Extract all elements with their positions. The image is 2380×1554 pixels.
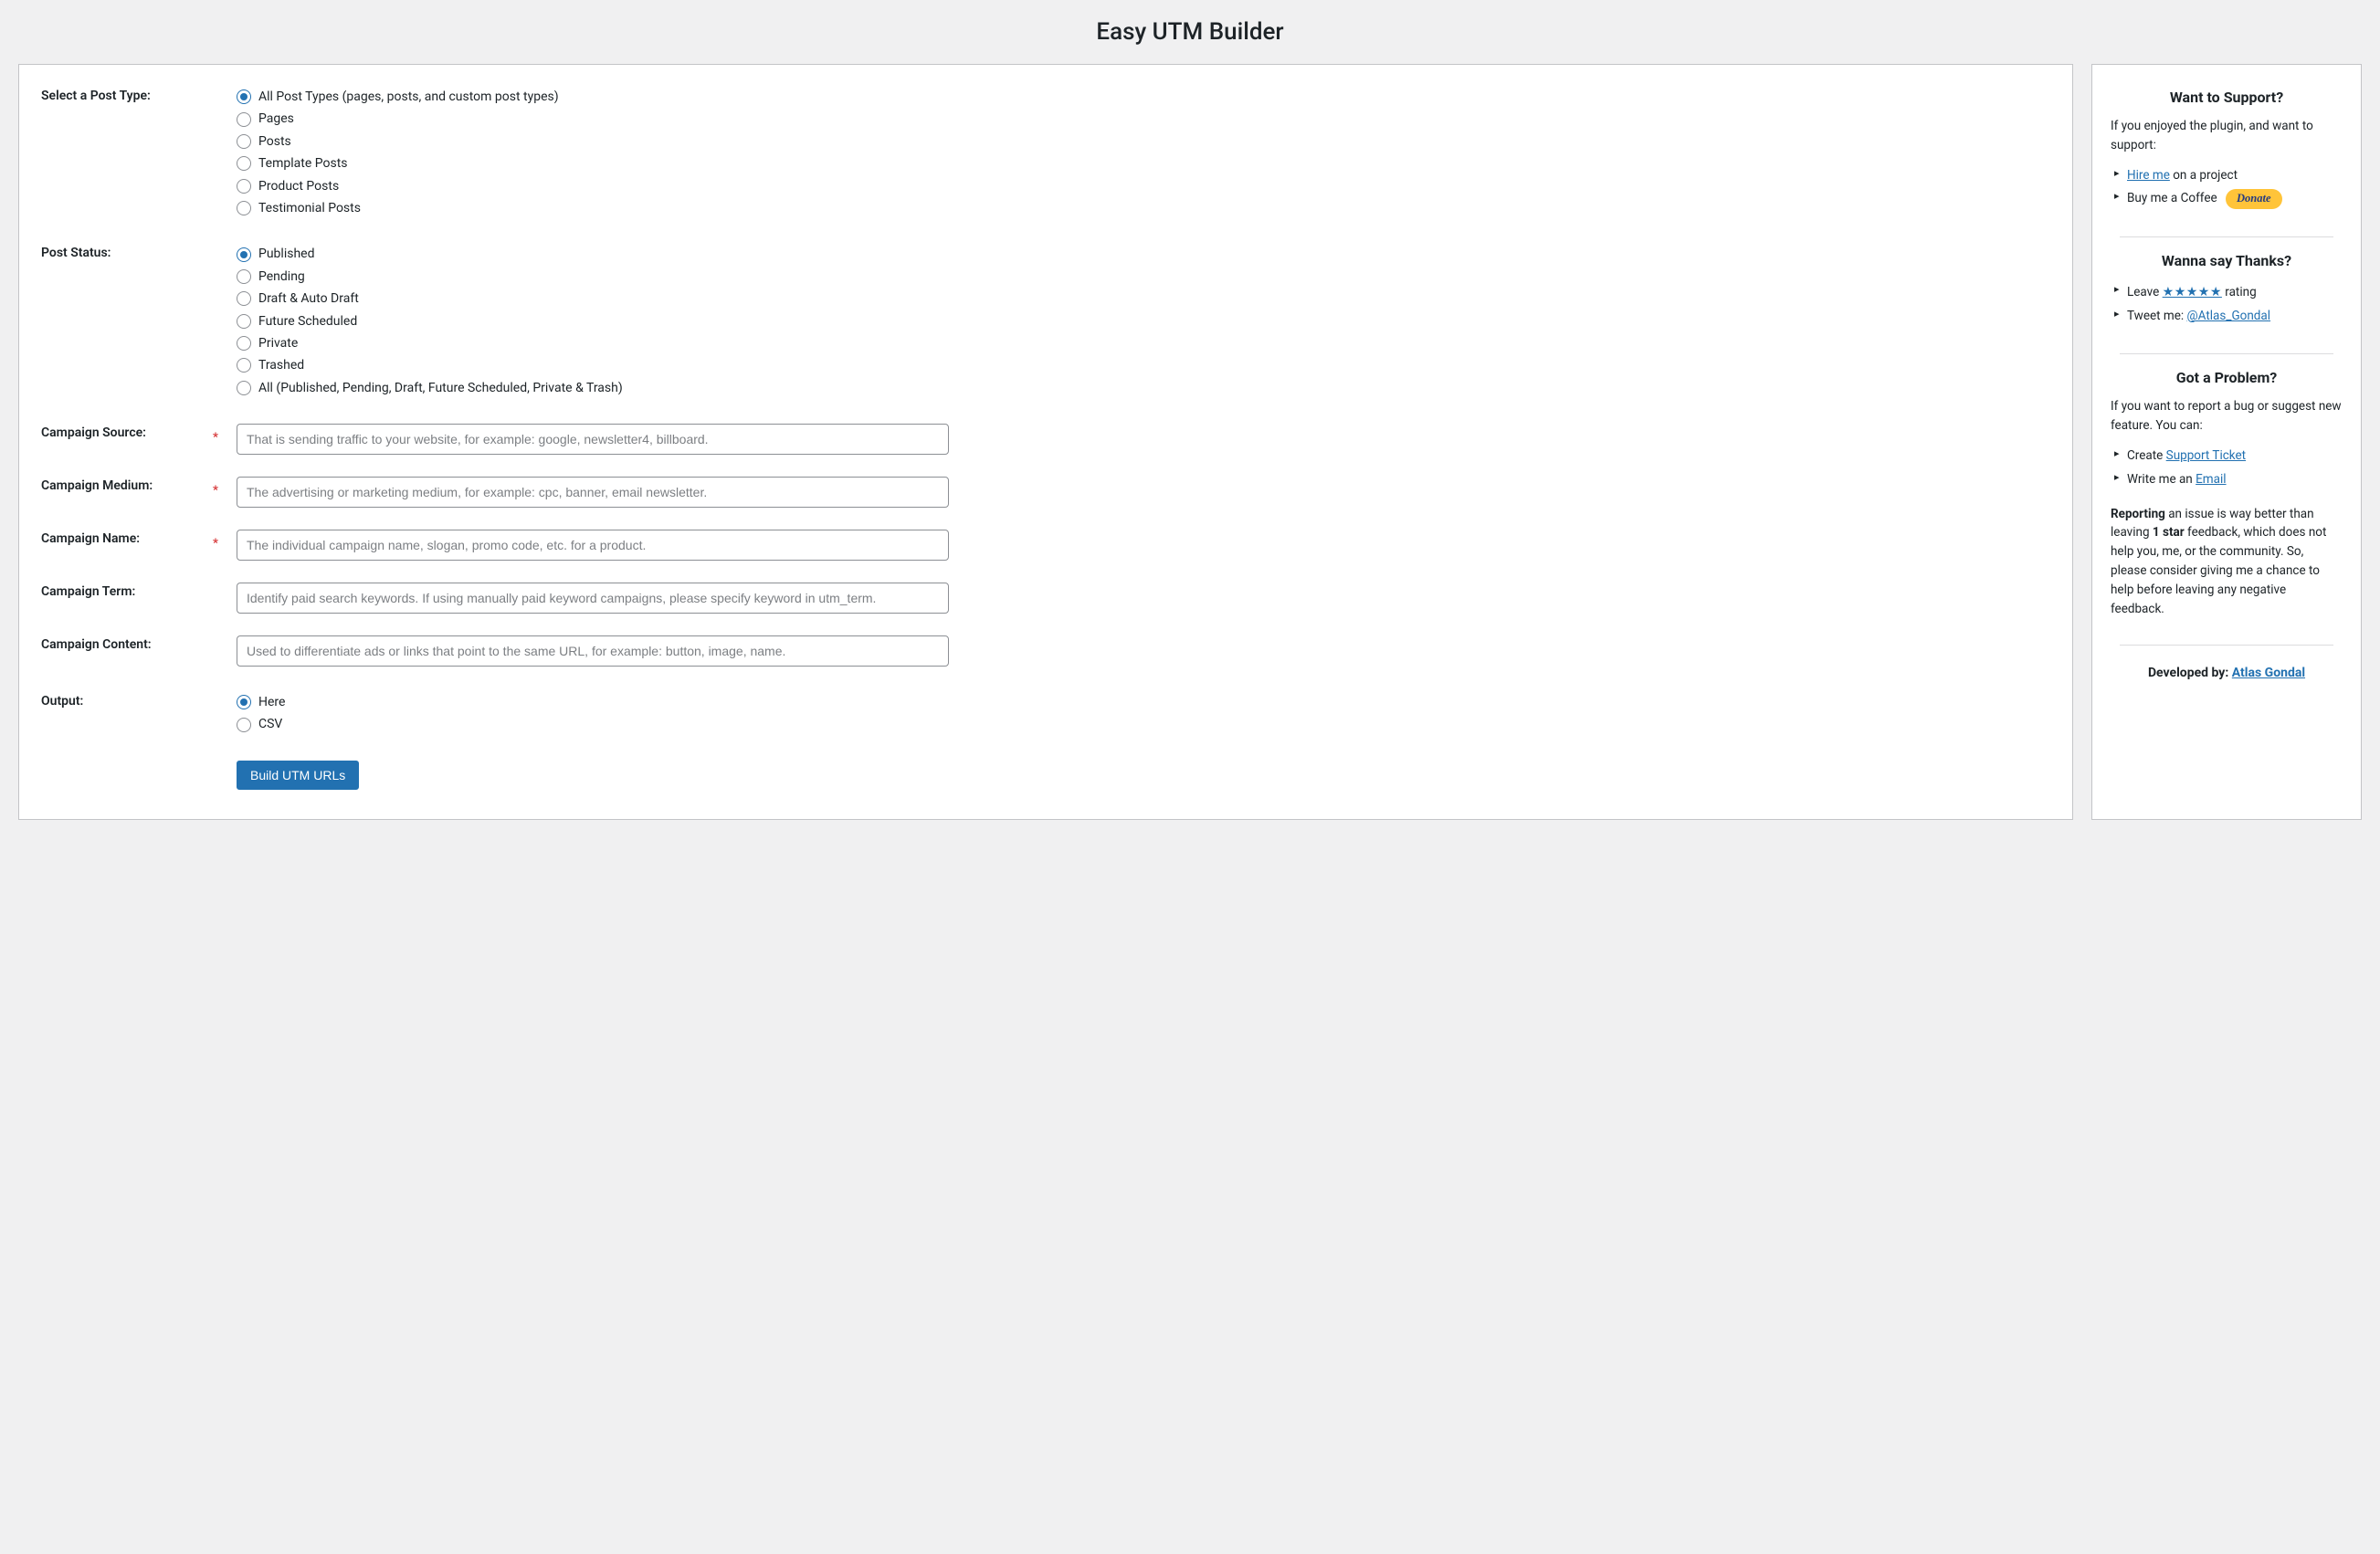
radio-icon bbox=[237, 695, 251, 709]
page-title: Easy UTM Builder bbox=[18, 18, 2362, 46]
build-utm-urls-button[interactable]: Build UTM URLs bbox=[237, 761, 359, 790]
developer-link[interactable]: Atlas Gondal bbox=[2232, 666, 2305, 680]
problem-note: Reporting an issue is way better than le… bbox=[2111, 505, 2343, 620]
post-status-option-private[interactable]: Private bbox=[237, 333, 2050, 353]
thanks-item-tweet: Tweet me: @Atlas_Gondal bbox=[2114, 305, 2343, 329]
support-item-coffee: Buy me a Coffee Donate bbox=[2114, 187, 2343, 211]
thanks-heading: Wanna say Thanks? bbox=[2111, 252, 2343, 269]
twitter-handle-link[interactable]: @Atlas_Gondal bbox=[2187, 309, 2271, 323]
campaign-term-label: Campaign Term: bbox=[41, 583, 213, 599]
required-marker: * bbox=[213, 530, 222, 551]
campaign-medium-label: Campaign Medium: bbox=[41, 477, 213, 493]
radio-icon bbox=[237, 156, 251, 171]
support-heading: Want to Support? bbox=[2111, 89, 2343, 106]
radio-icon bbox=[237, 179, 251, 194]
post-status-group: Published Pending Draft & Auto Draft Fut… bbox=[237, 244, 2050, 398]
campaign-source-label: Campaign Source: bbox=[41, 424, 213, 440]
post-type-option-product-posts[interactable]: Product Posts bbox=[237, 176, 2050, 196]
radio-icon bbox=[237, 201, 251, 215]
radio-icon bbox=[237, 112, 251, 127]
campaign-content-label: Campaign Content: bbox=[41, 635, 213, 652]
thanks-item-rating: Leave ★★★★★ rating bbox=[2114, 280, 2343, 305]
post-status-option-future[interactable]: Future Scheduled bbox=[237, 311, 2050, 331]
divider bbox=[2120, 353, 2333, 354]
post-type-group: All Post Types (pages, posts, and custom… bbox=[237, 87, 2050, 218]
post-status-option-all[interactable]: All (Published, Pending, Draft, Future S… bbox=[237, 378, 2050, 398]
radio-icon bbox=[237, 314, 251, 329]
post-status-option-pending[interactable]: Pending bbox=[237, 267, 2050, 287]
support-item-hire: Hire me on a project bbox=[2114, 164, 2343, 188]
donate-button[interactable]: Donate bbox=[2226, 189, 2282, 209]
post-status-option-draft[interactable]: Draft & Auto Draft bbox=[237, 289, 2050, 309]
output-option-here[interactable]: Here bbox=[237, 692, 2050, 712]
radio-icon bbox=[237, 718, 251, 732]
divider bbox=[2120, 236, 2333, 237]
output-group: Here CSV bbox=[237, 692, 2050, 735]
divider bbox=[2120, 645, 2333, 646]
campaign-name-input[interactable] bbox=[237, 530, 949, 561]
post-status-option-published[interactable]: Published bbox=[237, 244, 2050, 264]
support-intro: If you enjoyed the plugin, and want to s… bbox=[2111, 117, 2343, 155]
post-type-option-all[interactable]: All Post Types (pages, posts, and custom… bbox=[237, 87, 2050, 107]
radio-icon bbox=[237, 247, 251, 262]
campaign-name-label: Campaign Name: bbox=[41, 530, 213, 546]
post-status-option-trashed[interactable]: Trashed bbox=[237, 355, 2050, 375]
required-marker: * bbox=[213, 477, 222, 498]
radio-icon bbox=[237, 358, 251, 373]
post-type-option-posts[interactable]: Posts bbox=[237, 131, 2050, 152]
email-link[interactable]: Email bbox=[2196, 472, 2226, 487]
problem-item-ticket: Create Support Ticket bbox=[2114, 445, 2343, 468]
post-type-option-testimonial-posts[interactable]: Testimonial Posts bbox=[237, 198, 2050, 218]
post-type-label: Select a Post Type: bbox=[41, 87, 213, 103]
developed-by: Developed by: Atlas Gondal bbox=[2111, 666, 2343, 680]
rating-stars-link[interactable]: ★★★★★ bbox=[2163, 285, 2222, 299]
problem-item-email: Write me an Email bbox=[2114, 468, 2343, 492]
output-option-csv[interactable]: CSV bbox=[237, 714, 2050, 734]
required-marker: * bbox=[213, 424, 222, 445]
problem-intro: If you want to report a bug or suggest n… bbox=[2111, 397, 2343, 436]
campaign-term-input[interactable] bbox=[237, 583, 949, 614]
problem-heading: Got a Problem? bbox=[2111, 369, 2343, 386]
post-type-option-template-posts[interactable]: Template Posts bbox=[237, 153, 2050, 173]
radio-icon bbox=[237, 291, 251, 306]
output-label: Output: bbox=[41, 692, 213, 709]
radio-icon bbox=[237, 269, 251, 284]
post-type-option-pages[interactable]: Pages bbox=[237, 109, 2050, 129]
campaign-source-input[interactable] bbox=[237, 424, 949, 455]
post-status-label: Post Status: bbox=[41, 244, 213, 260]
radio-icon bbox=[237, 336, 251, 351]
main-panel: Select a Post Type: All Post Types (page… bbox=[18, 64, 2073, 820]
radio-icon bbox=[237, 89, 251, 104]
campaign-content-input[interactable] bbox=[237, 635, 949, 667]
radio-icon bbox=[237, 134, 251, 149]
radio-icon bbox=[237, 381, 251, 395]
campaign-medium-input[interactable] bbox=[237, 477, 949, 508]
hire-me-link[interactable]: Hire me bbox=[2127, 168, 2170, 183]
support-ticket-link[interactable]: Support Ticket bbox=[2166, 448, 2246, 463]
sidebar-panel: Want to Support? If you enjoyed the plug… bbox=[2091, 64, 2362, 820]
